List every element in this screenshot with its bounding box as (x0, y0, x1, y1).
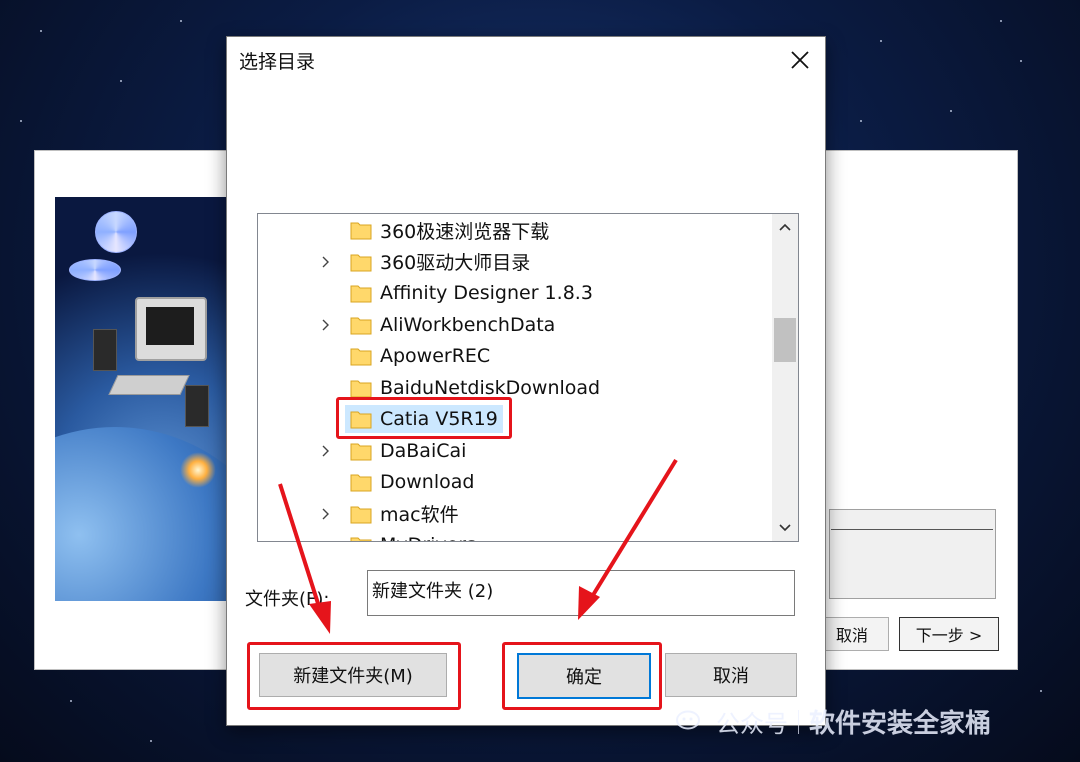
tree-item[interactable]: Download (258, 467, 770, 497)
tree-item-label: Download (380, 471, 475, 493)
installer-cancel-button[interactable]: 取消 (815, 617, 889, 651)
installer-path-box (829, 509, 996, 599)
tree-item-label: MyDrivers (380, 534, 476, 541)
folder-icon (350, 220, 372, 240)
folder-icon (350, 315, 372, 335)
new-folder-button[interactable]: 新建文件夹(M) (259, 653, 447, 697)
chevron-right-icon (322, 319, 329, 330)
folder-icon (350, 378, 372, 398)
tree-item[interactable]: Affinity Designer 1.8.3 (258, 278, 770, 308)
installer-divider (831, 529, 993, 530)
expand-button[interactable] (316, 247, 336, 277)
scroll-down-button[interactable] (772, 515, 798, 541)
cd-disc-icon (95, 211, 137, 253)
watermark-separator (798, 709, 799, 734)
watermark-account-label: 公众号 (716, 710, 788, 738)
expand-button[interactable] (316, 436, 336, 466)
folder-icon (350, 409, 372, 429)
close-icon (791, 51, 809, 69)
chevron-right-icon (322, 508, 329, 519)
tree-item-label: BaiduNetdiskDownload (380, 376, 601, 399)
folder-icon (350, 504, 372, 524)
watermark-name: 软件安装全家桶 (809, 709, 992, 739)
tree-item-label: 360极速浏览器下载 (380, 220, 550, 243)
folder-icon (350, 535, 372, 541)
tree-item-label: DaBaiCai (380, 439, 467, 462)
scroll-up-button[interactable] (772, 214, 798, 240)
tree-scrollbar[interactable] (772, 214, 798, 541)
tree-item[interactable]: AliWorkbenchData (258, 310, 770, 340)
ok-button[interactable]: 确定 (517, 653, 651, 699)
tree-item-label: 360驱动大师目录 (380, 252, 531, 274)
tree-item[interactable]: MyDrivers (258, 530, 770, 541)
folder-icon (350, 346, 372, 366)
chevron-up-icon (779, 223, 791, 231)
tree-item[interactable]: mac软件 (258, 499, 770, 529)
folder-icon (350, 283, 372, 303)
folder-icon (350, 472, 372, 492)
folder-icon (350, 252, 372, 272)
folder-tree[interactable]: 360极速浏览器下载 360驱动大师目录 Affinity Designer 1.8… (257, 213, 799, 542)
installer-artwork (55, 197, 231, 601)
tree-item-label: Affinity Designer 1.8.3 (380, 282, 593, 304)
tree-item-label: mac软件 (380, 504, 459, 526)
tree-item[interactable]: BaiduNetdiskDownload (258, 373, 770, 403)
watermark: 公众号 软件安装全家桶 (676, 703, 991, 740)
chevron-down-icon (779, 524, 791, 532)
chevron-right-icon (322, 445, 329, 456)
tree-item-label: AliWorkbenchData (380, 313, 556, 336)
tree-item-label: ApowerREC (380, 345, 491, 367)
expand-button[interactable] (316, 310, 336, 340)
installer-next-button[interactable]: 下一步 > (899, 617, 999, 651)
tree-item[interactable]: 360驱动大师目录 (258, 247, 770, 277)
dialog-title: 选择目录 (239, 51, 316, 73)
chevron-right-icon (322, 256, 329, 267)
wechat-icon (676, 710, 700, 729)
cd-disc-icon (69, 259, 121, 281)
folder-field-label: 文件夹(F): (245, 589, 330, 610)
tree-item[interactable]: ApowerREC (258, 341, 770, 371)
computer-icon (108, 297, 207, 395)
close-button[interactable] (783, 43, 817, 77)
tree-item-label: Catia V5R19 (380, 408, 498, 430)
tree-item[interactable]: DaBaiCai (258, 436, 770, 466)
select-directory-dialog: 选择目录 360极速浏览器下载 360驱动大师目录 Affinity Designe… (226, 36, 826, 726)
tree-item[interactable]: 360极速浏览器下载 (258, 215, 770, 245)
scroll-thumb[interactable] (774, 318, 796, 362)
speaker-icon (93, 329, 117, 371)
folder-name-input[interactable]: 新建文件夹 (2) (367, 570, 795, 616)
folder-icon (350, 441, 372, 461)
speaker-icon (185, 385, 209, 427)
tree-item-selected[interactable]: Catia V5R19 (258, 404, 770, 434)
sunflare-image (180, 452, 216, 488)
cancel-button[interactable]: 取消 (665, 653, 797, 697)
expand-button[interactable] (316, 499, 336, 529)
